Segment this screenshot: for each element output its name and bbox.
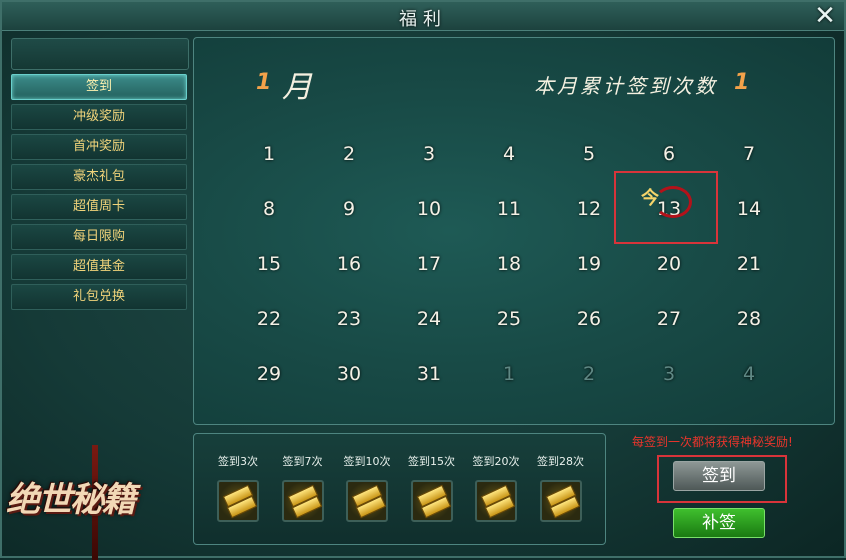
calendar-day: 1 xyxy=(262,143,276,165)
reward-label: 签到3次 xyxy=(218,455,258,468)
gold-bar-icon[interactable] xyxy=(539,480,582,522)
reward-slot: 签到10次 xyxy=(339,454,395,524)
calendar-day: 8 xyxy=(262,198,276,220)
calendar-day: 24 xyxy=(416,308,442,330)
reward-label: 签到28次 xyxy=(537,455,584,468)
calendar-day: 25 xyxy=(496,308,522,330)
sidebar-item-weekly-card[interactable]: 超值周卡 xyxy=(11,194,187,220)
month-label: 月 xyxy=(282,70,312,105)
rewards-panel: 签到3次 签到7次 签到10次 签到15次 签到20次 签到28次 xyxy=(193,433,606,545)
sidebar-item-daily-limit[interactable]: 每日限购 xyxy=(11,224,187,250)
sidebar-item-first-recharge[interactable]: 首冲奖励 xyxy=(11,134,187,160)
welfare-window: 福利 ✕ 签到 冲级奖励 首冲奖励 豪杰礼包 超值周卡 每日限购 超值基金 礼包… xyxy=(0,0,846,560)
calendar-day: 30 xyxy=(336,363,362,385)
calendar-day: 16 xyxy=(336,253,362,275)
calendar-day: 6 xyxy=(662,143,676,165)
calendar-day: 9 xyxy=(342,198,356,220)
calendar-day: 12 xyxy=(576,198,602,220)
calendar-day: 27 xyxy=(656,308,682,330)
calendar-day: 1 xyxy=(502,363,516,385)
calendar-day: 3 xyxy=(422,143,436,165)
calendar-day: 26 xyxy=(576,308,602,330)
signin-count-label: 本月累计签到次数 xyxy=(534,74,718,98)
gold-bar-icon[interactable] xyxy=(346,480,388,522)
reward-slot: 签到28次 xyxy=(533,454,589,524)
window-title: 福利 xyxy=(399,9,447,30)
reward-hint: 每签到一次都将获得神秘奖励! xyxy=(632,435,793,449)
sidebar: 签到 冲级奖励 首冲奖励 豪杰礼包 超值周卡 每日限购 超值基金 礼包兑换 xyxy=(11,38,189,310)
calendar-day: 11 xyxy=(496,198,522,220)
reward-slot: 签到3次 xyxy=(210,454,266,524)
reward-label: 签到10次 xyxy=(343,455,391,468)
calendar-day: 7 xyxy=(742,143,756,165)
calendar-panel: 1 月 本月累计签到次数 1 1 2 3 4 5 6 7 8 9 10 11 12 13 14 15 16 17… xyxy=(193,37,835,425)
today-mark: 今 xyxy=(641,188,659,209)
sidebar-item-level-reward[interactable]: 冲级奖励 xyxy=(11,104,187,130)
calendar-day: 20 xyxy=(656,253,682,275)
reward-slot: 签到15次 xyxy=(404,454,460,524)
calendar-day: 18 xyxy=(496,253,522,275)
sidebar-item-signin[interactable]: 签到 xyxy=(11,74,187,100)
calendar-day: 14 xyxy=(736,198,762,220)
gold-bar-icon[interactable] xyxy=(281,480,324,522)
signin-button[interactable]: 签到 xyxy=(673,461,765,491)
signin-count-value: 1 xyxy=(734,70,750,95)
calendar-day: 10 xyxy=(416,198,442,220)
calendar-day: 5 xyxy=(582,143,596,165)
gold-bar-icon[interactable] xyxy=(475,480,517,522)
calendar-day: 31 xyxy=(416,363,442,385)
reward-label: 签到15次 xyxy=(408,455,455,468)
gold-bar-icon[interactable] xyxy=(217,480,259,522)
month-number: 1 xyxy=(256,70,272,95)
sidebar-item-hero-pack[interactable]: 豪杰礼包 xyxy=(11,164,187,190)
reward-slot: 签到20次 xyxy=(468,454,524,524)
sidebar-item-redeem[interactable]: 礼包兑换 xyxy=(11,284,187,310)
calendar-day: 22 xyxy=(256,308,282,330)
calendar-day: 29 xyxy=(256,363,282,385)
resign-button[interactable]: 补签 xyxy=(673,508,765,538)
today-circle xyxy=(654,186,692,218)
calendar-day: 2 xyxy=(582,363,596,385)
sidebar-header xyxy=(11,38,189,70)
calendar-day: 3 xyxy=(662,363,676,385)
game-logo: 绝世秘籍 xyxy=(6,480,136,520)
calendar-day: 15 xyxy=(256,253,282,275)
close-icon[interactable]: ✕ xyxy=(812,3,838,29)
calendar-day: 4 xyxy=(502,143,516,165)
calendar-day: 23 xyxy=(336,308,362,330)
reward-label: 签到7次 xyxy=(282,455,323,468)
calendar-day: 17 xyxy=(416,253,442,275)
reward-slot: 签到7次 xyxy=(275,454,331,524)
title-bar: 福利 ✕ xyxy=(2,2,844,31)
calendar-day: 19 xyxy=(576,253,602,275)
calendar-day: 28 xyxy=(736,308,762,330)
calendar-day: 21 xyxy=(736,253,762,275)
gold-bar-icon[interactable] xyxy=(410,480,453,522)
reward-label: 签到20次 xyxy=(472,455,520,468)
sidebar-item-fund[interactable]: 超值基金 xyxy=(11,254,187,280)
calendar-day: 2 xyxy=(342,143,356,165)
calendar-day: 4 xyxy=(742,363,756,385)
